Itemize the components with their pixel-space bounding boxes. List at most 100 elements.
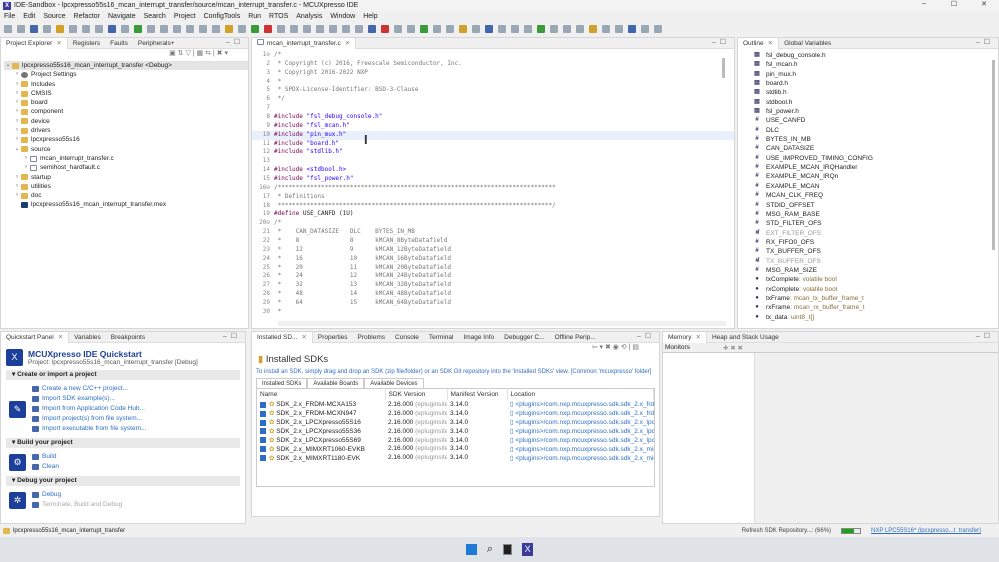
start-windows-icon[interactable] [465,544,477,555]
outline-item[interactable]: # MSG_RAM_BASE [754,210,998,219]
tab-terminal[interactable]: Terminal [424,332,459,343]
menu-navigate[interactable]: Navigate [108,13,136,20]
monitor-actions[interactable]: ✚ ✖ ✖ [723,344,743,352]
chevron-right-icon[interactable]: › [13,191,21,200]
column-header-manifest-version[interactable]: Manifest Version [447,389,508,400]
toolbar-button-icon[interactable] [264,25,272,33]
link-build[interactable]: Build [32,452,59,462]
tab-installed-sd[interactable]: Installed SD... ✕ [252,331,313,343]
code-editor[interactable]: 1⊖ /* 2 * Copyright (c) 2016, Freescale Se… [252,49,734,317]
status-task[interactable]: Refresh SDK Repository...: (66%) [742,528,831,534]
menu-help[interactable]: Help [363,13,377,20]
sdk-row[interactable]: ✿ SDK_2.x_FRDM-MCXN947 2.16.000 (eplugins… [257,409,654,418]
tree-item[interactable]: › startup [4,173,248,182]
toolbar-button-icon[interactable] [394,25,402,33]
toolbar-button-icon[interactable] [17,25,25,33]
toolbar-button-icon[interactable] [355,25,363,33]
toolbar-button-icon[interactable] [212,25,220,33]
outline-item[interactable]: # CAN_DATASIZE [754,144,998,153]
tree-item[interactable]: › device [4,117,248,126]
chevron-right-icon[interactable]: › [13,126,21,135]
sdk-row[interactable]: ✿ SDK_2.x_LPCXpresso55S36 2.16.000 (eplug… [257,427,654,436]
tab-offline-perip[interactable]: Offline Perip... [550,332,601,343]
outline-item[interactable]: #̸ TX_BUFFER_OFS [754,257,998,266]
tab-faults[interactable]: Faults [105,38,133,49]
tree-item[interactable]: › component [4,107,248,116]
tab-registers[interactable]: Registers [68,38,105,49]
toolbar-button-icon[interactable] [589,25,597,33]
chevron-right-icon[interactable]: › [13,135,21,144]
toolbar-button-icon[interactable] [433,25,441,33]
tree-item[interactable]: ⌄ lpcxpresso55s16_mcan_interrupt_transfer… [4,61,248,71]
toolbar-button-icon[interactable] [407,25,415,33]
outline-item[interactable]: # BYTES_IN_MB [754,135,998,144]
tree-item[interactable]: lpcxpresso55s16_mcan_interrupt_transfer.… [4,200,248,209]
close-tab-icon[interactable]: ✕ [56,40,61,47]
close-tab-icon[interactable]: ✕ [768,40,773,47]
toolbar-button-icon[interactable] [472,25,480,33]
link-import-from-application-code-hub[interactable]: Import from Application Code Hub... [32,404,146,414]
outline-item[interactable]: # EXAMPLE_MCAN_IRQn [754,172,998,181]
chevron-down-icon[interactable]: ⌄ [4,61,12,70]
chevron-right-icon[interactable]: › [13,117,21,126]
outline-item[interactable]: # STD_FILTER_OFS [754,219,998,228]
chevron-right-icon[interactable]: › [13,182,21,191]
toolbar-button-icon[interactable] [30,25,38,33]
checkbox[interactable] [260,419,266,426]
link-clean[interactable]: Clean [32,462,59,472]
menu-project[interactable]: Project [174,13,196,20]
tab-quickstart-panel[interactable]: Quickstart Panel ✕ [1,331,70,343]
outline-item[interactable]: ▤ pin_mux.h [754,70,998,79]
chevron-right-icon[interactable]: › [13,70,21,79]
toolbar-button-icon[interactable] [602,25,610,33]
subtab-available-devices[interactable]: Available Devices [364,378,424,388]
editor-horizontal-scrollbar[interactable] [278,321,726,326]
checkbox[interactable] [260,410,266,417]
toolbar-button-icon[interactable] [615,25,623,33]
toolbar-button-icon[interactable] [641,25,649,33]
tab-console[interactable]: Console [390,332,424,343]
section-create-or-import-a-project[interactable]: ▾ Create or import a project [6,370,240,380]
close-tab-icon[interactable]: ✕ [345,40,350,47]
toolbar-button-icon[interactable] [199,25,207,33]
menu-refactor[interactable]: Refactor [74,13,100,20]
tab-properties[interactable]: Properties [313,332,353,343]
maximize-button[interactable]: ☐ [939,0,969,8]
toolbar-button-icon[interactable] [485,25,493,33]
checkbox[interactable] [260,455,266,462]
outline-item[interactable]: # DLC [754,126,998,135]
outline-item[interactable]: ▤ fsl_debug_console.h [754,51,998,60]
outline-item[interactable]: ● txComplete : volatile bool [754,275,998,284]
outline-item[interactable]: # USE_CANFD [754,116,998,125]
tab-editor-file[interactable]: mcan_interrupt_transfer.c ✕ [252,37,357,49]
outline-item[interactable]: # EXAMPLE_MCAN_IRQHandler [754,163,998,172]
tab-project-explorer[interactable]: Project Explorer ✕ [1,37,68,49]
toolbar-button-icon[interactable] [4,25,12,33]
menu-file[interactable]: File [4,13,15,20]
toolbar-button-icon[interactable] [173,25,181,33]
tree-item[interactable]: › utilities [4,182,248,191]
link-create-a-new-c-c-project[interactable]: Create a new C/C++ project... [32,384,146,394]
toolbar-button-icon[interactable] [511,25,519,33]
toolbar-button-icon[interactable] [550,25,558,33]
link-terminate-build-and-debug[interactable]: Terminate, Build and Debug [32,500,122,510]
tab-heap-and-stack-usage[interactable]: Heap and Stack Usage [707,332,784,343]
toolbar-button-icon[interactable] [368,25,376,33]
search-icon[interactable]: ⌕ [487,543,493,556]
chevron-right-icon[interactable]: › [13,98,21,107]
outline-item[interactable]: ● rxFrame : mcan_rx_buffer_frame_t [754,303,998,312]
toolbar-button-icon[interactable] [186,25,194,33]
outline-item[interactable]: # EXAMPLE_MCAN [754,182,998,191]
toolbar-button-icon[interactable] [277,25,285,33]
tab-problems[interactable]: Problems [353,332,390,343]
toolbar-button-icon[interactable] [43,25,51,33]
toolbar-button-icon[interactable] [303,25,311,33]
column-header-name[interactable]: Name [257,389,386,400]
toolbar-button-icon[interactable] [290,25,298,33]
tab-breakpoints[interactable]: Breakpoints [106,332,150,343]
minimize-button[interactable]: – [909,0,939,8]
terminal-icon[interactable] [503,544,513,555]
menu-edit[interactable]: Edit [23,13,35,20]
outline-item[interactable]: # USE_IMPROVED_TIMING_CONFIG [754,154,998,163]
outline-item[interactable]: ● rxComplete : volatile bool [754,285,998,294]
